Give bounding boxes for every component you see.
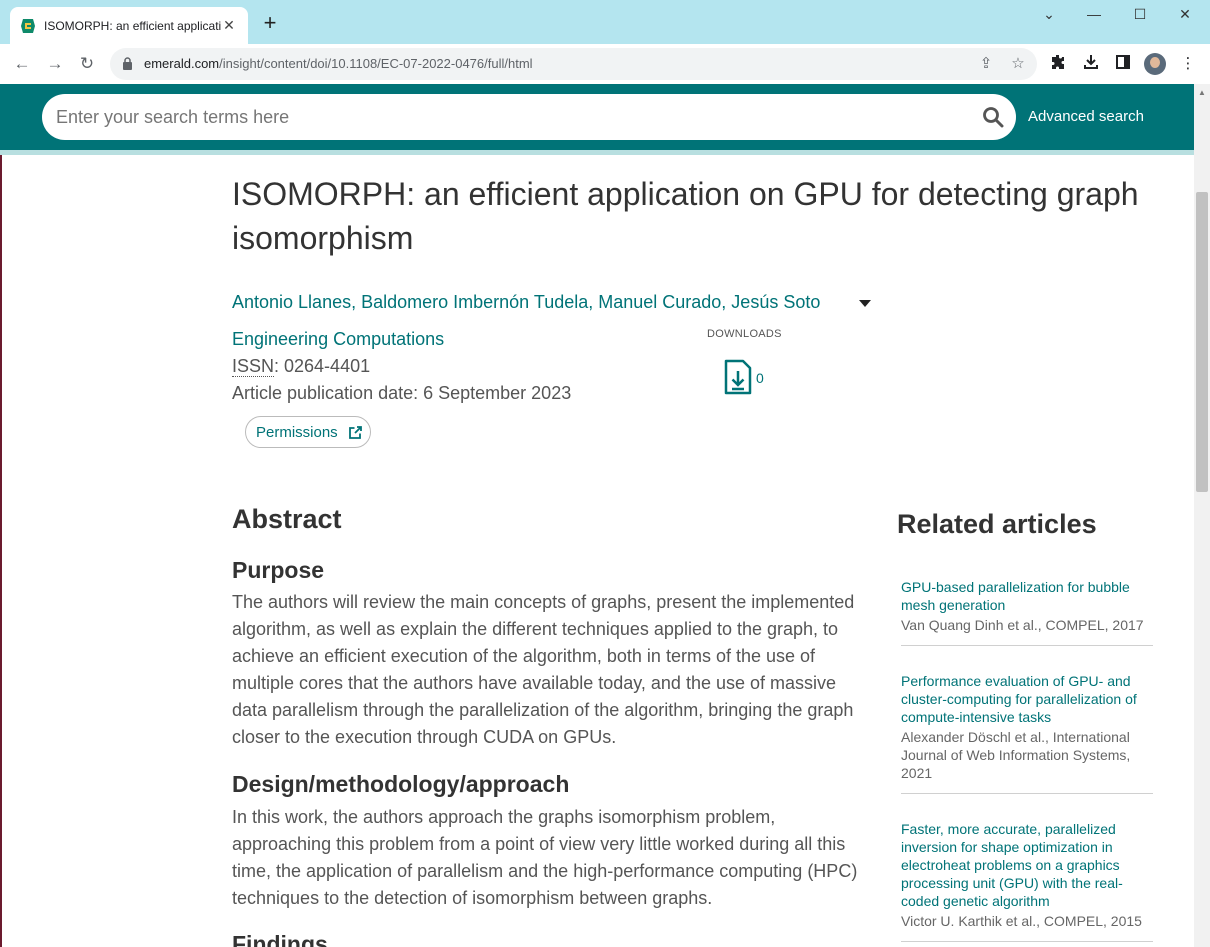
related-article-item: GPU-based parallelization for bubble mes… <box>901 578 1153 646</box>
search-box <box>42 94 1016 140</box>
abstract-heading: Abstract <box>232 504 342 534</box>
external-link-icon <box>348 425 363 440</box>
back-icon[interactable]: ← <box>10 52 34 76</box>
publication-date: Article publication date: 6 September 20… <box>232 383 572 403</box>
article-title: ISOMORPH: an efficient application on GP… <box>232 176 1139 256</box>
authors-expand-icon[interactable] <box>859 300 871 307</box>
download-icon[interactable] <box>1081 54 1101 74</box>
browser-toolbar: ← → ↻ emerald.com/insight/content/doi/10… <box>0 44 1210 84</box>
search-icon[interactable] <box>982 106 1004 128</box>
share-icon[interactable]: ⇪ <box>976 54 996 74</box>
window-close-icon[interactable]: ✕ <box>1170 6 1200 26</box>
issn-value: : 0264-4401 <box>274 356 371 376</box>
related-articles-heading: Related articles <box>897 509 1097 539</box>
profile-avatar[interactable] <box>1144 53 1166 75</box>
url-path: /insight/content/doi/10.1108/EC-07-2022-… <box>219 56 533 71</box>
permissions-label: Permissions <box>256 423 338 441</box>
article-authors[interactable]: Antonio Llanes, Baldomero Imbernón Tudel… <box>232 292 820 313</box>
address-bar[interactable]: emerald.com/insight/content/doi/10.1108/… <box>110 48 1037 80</box>
related-article-link[interactable]: GPU-based parallelization for bubble mes… <box>901 578 1153 614</box>
scrollbar-thumb[interactable] <box>1196 192 1208 492</box>
design-text: In this work, the authors approach the g… <box>232 807 858 908</box>
new-tab-icon[interactable]: + <box>258 12 282 36</box>
maximize-icon[interactable]: ☐ <box>1125 6 1155 26</box>
related-article-meta: Alexander Döschl et al., International J… <box>901 729 1131 781</box>
related-article-link[interactable]: Faster, more accurate, parallelized inve… <box>901 820 1153 910</box>
browser-tab-bar: ISOMORPH: an efficient applicati ✕ + ⌄ —… <box>0 0 1210 44</box>
search-input[interactable] <box>56 103 956 131</box>
reload-icon[interactable]: ↻ <box>75 52 99 76</box>
related-article-link[interactable]: Performance evaluation of GPU- and clust… <box>901 672 1153 726</box>
header-divider <box>0 150 1194 155</box>
bookmark-star-icon[interactable]: ☆ <box>1008 54 1028 74</box>
issn: ISSN: 0264-4401 <box>232 356 370 377</box>
page-edge <box>0 155 2 947</box>
scroll-up-icon[interactable]: ▲ <box>1194 88 1210 100</box>
tab-close-icon[interactable]: ✕ <box>220 16 238 34</box>
advanced-search-link[interactable]: Advanced search <box>1028 108 1144 125</box>
design-heading: Design/methodology/approach <box>232 771 570 797</box>
extensions-icon[interactable] <box>1048 54 1068 74</box>
url-text: emerald.com/insight/content/doi/10.1108/… <box>144 56 533 71</box>
findings-heading: Findings <box>232 931 328 947</box>
purpose-text: The authors will review the main concept… <box>232 592 855 747</box>
related-article-meta: Victor U. Karthik et al., COMPEL, 2015 <box>901 913 1142 929</box>
related-article-item: Faster, more accurate, parallelized inve… <box>901 820 1153 942</box>
related-article-meta: Van Quang Dinh et al., COMPEL, 2017 <box>901 617 1144 633</box>
scrollbar[interactable]: ▲ <box>1194 84 1210 947</box>
minimize-icon[interactable]: — <box>1079 6 1109 26</box>
downloads-label: DOWNLOADS <box>707 328 782 340</box>
journal-link[interactable]: Engineering Computations <box>232 329 444 350</box>
lock-icon <box>122 57 133 75</box>
tab-search-icon[interactable]: ⌄ <box>1034 6 1064 26</box>
url-host: emerald.com <box>144 56 220 71</box>
purpose-heading: Purpose <box>232 557 325 583</box>
download-pdf-icon[interactable] <box>723 358 753 396</box>
tab-title: ISOMORPH: an efficient applicati <box>44 18 222 33</box>
permissions-button[interactable]: Permissions <box>245 416 371 448</box>
side-panel-icon[interactable] <box>1113 54 1133 74</box>
browser-tab[interactable]: ISOMORPH: an efficient applicati ✕ <box>10 7 248 44</box>
forward-icon[interactable]: → <box>43 52 67 76</box>
issn-label: ISSN <box>232 356 275 377</box>
emerald-favicon-icon <box>20 18 36 34</box>
downloads-count: 0 <box>756 370 764 386</box>
related-article-item: Performance evaluation of GPU- and clust… <box>901 672 1153 794</box>
menu-kebab-icon[interactable]: ⋮ <box>1178 54 1198 74</box>
site-header: Advanced search <box>0 84 1194 150</box>
